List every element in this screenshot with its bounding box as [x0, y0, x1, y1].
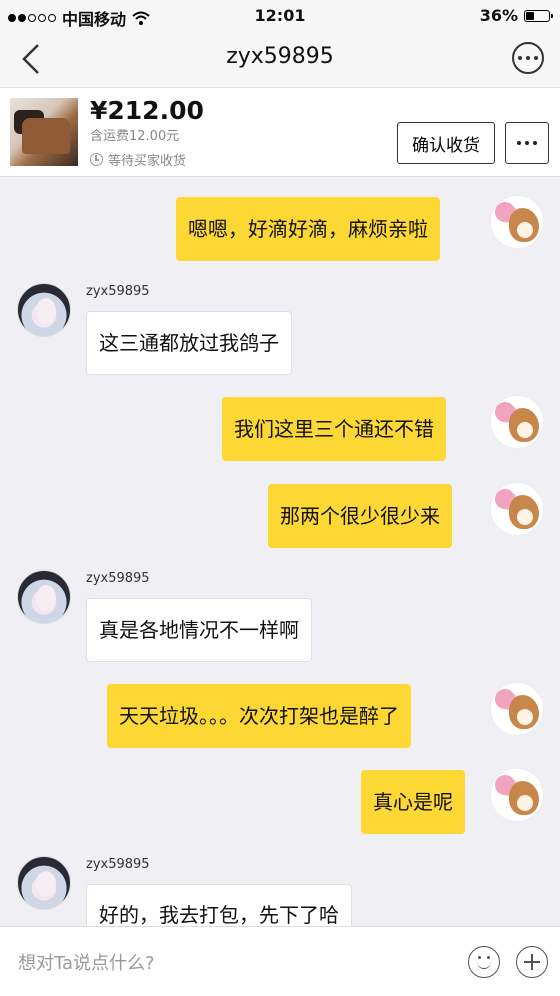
- message-bubble-in[interactable]: 真是各地情况不一样啊: [86, 598, 312, 662]
- message-text: 那两个很少很少来: [280, 504, 440, 528]
- my-avatar[interactable]: [490, 682, 544, 736]
- my-avatar[interactable]: [490, 395, 544, 449]
- my-avatar[interactable]: [490, 482, 544, 536]
- message-text: 真心是呢: [373, 790, 453, 814]
- message-text: 我们这里三个通还不错: [234, 417, 434, 441]
- nav-bar: zyx59895: [0, 32, 560, 87]
- sender-name: zyx59895: [86, 284, 150, 299]
- order-status-text: 等待买家收货: [108, 154, 187, 169]
- message-text: 好的，我去打包，先下了哈: [99, 903, 339, 927]
- message-text: 嗯嗯，好滴好滴，麻烦亲啦: [188, 217, 428, 241]
- battery-percent: 36%: [479, 6, 518, 25]
- contact-avatar[interactable]: [17, 856, 71, 910]
- clock-icon: [90, 153, 103, 166]
- message-text: 天天垃圾。。。次次打架也是醉了: [119, 704, 399, 728]
- shipping-fee: 含运费12.00元: [90, 129, 180, 144]
- input-bar: [0, 926, 560, 996]
- order-price: ¥212.00: [90, 96, 204, 125]
- message-bubble-out[interactable]: 嗯嗯，好滴好滴，麻烦亲啦: [176, 197, 440, 261]
- order-status: 等待买家收货: [90, 150, 186, 169]
- contact-avatar[interactable]: [17, 283, 71, 337]
- confirm-receipt-button[interactable]: 确认收货: [397, 122, 495, 164]
- message-bubble-out[interactable]: 那两个很少很少来: [268, 484, 452, 548]
- clock-time: 12:01: [254, 6, 306, 25]
- sender-name: zyx59895: [86, 571, 150, 586]
- product-thumbnail[interactable]: [10, 98, 78, 166]
- plus-circle-icon[interactable]: [516, 946, 548, 978]
- order-more-button[interactable]: [505, 122, 549, 164]
- message-input[interactable]: [18, 949, 438, 977]
- more-options-icon[interactable]: [512, 42, 544, 74]
- battery-icon: [524, 9, 553, 22]
- message-bubble-in[interactable]: 这三通都放过我鸽子: [86, 311, 292, 375]
- message-bubble-out[interactable]: 我们这里三个通还不错: [222, 397, 446, 461]
- chat-title: zyx59895: [226, 44, 334, 69]
- status-bar: 中国移动 12:01 36%: [0, 0, 560, 32]
- battery-info: 36%: [479, 6, 553, 25]
- message-bubble-out[interactable]: 天天垃圾。。。次次打架也是醉了: [107, 684, 411, 748]
- order-summary: ¥212.00 含运费12.00元 等待买家收货 确认收货: [0, 87, 560, 177]
- my-avatar[interactable]: [490, 768, 544, 822]
- sender-name: zyx59895: [86, 857, 150, 872]
- message-bubble-out[interactable]: 真心是呢: [361, 770, 465, 834]
- smiley-icon[interactable]: [468, 946, 500, 978]
- contact-avatar[interactable]: [17, 570, 71, 624]
- message-text: 真是各地情况不一样啊: [99, 618, 299, 642]
- my-avatar[interactable]: [490, 195, 544, 249]
- message-text: 这三通都放过我鸽子: [99, 331, 279, 355]
